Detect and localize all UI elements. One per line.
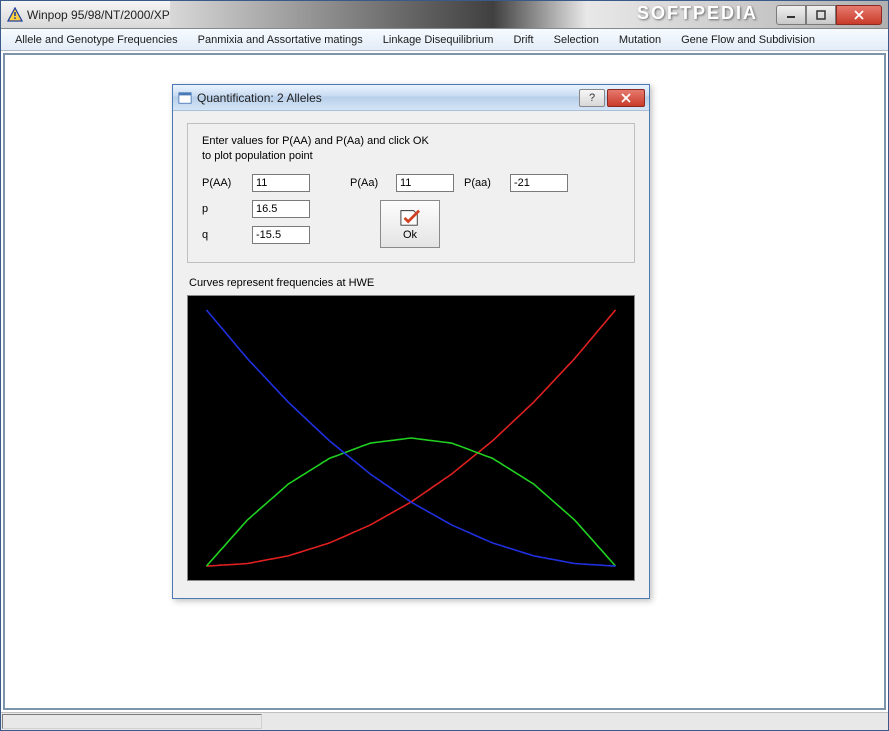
dialog-titlebar[interactable]: Quantification: 2 Alleles ?	[173, 85, 649, 111]
label-p: p	[202, 203, 242, 215]
quantification-dialog: Quantification: 2 Alleles ? Enter values…	[172, 84, 650, 599]
label-pAA: P(AA)	[202, 177, 242, 189]
hwe-chart	[187, 295, 635, 581]
menu-panmixia[interactable]: Panmixia and Assortative matings	[188, 32, 373, 48]
menu-linkage[interactable]: Linkage Disequilibrium	[373, 32, 504, 48]
dialog-title: Quantification: 2 Alleles	[197, 91, 579, 105]
menubar: Allele and Genotype Frequencies Panmixia…	[1, 29, 888, 51]
label-pAa: P(Aa)	[350, 177, 386, 189]
label-q: q	[202, 229, 242, 241]
instructions: Enter values for P(AA) and P(Aa) and cli…	[202, 134, 620, 164]
window-controls	[776, 5, 882, 25]
ok-button[interactable]: Ok	[380, 200, 440, 248]
checkmark-icon	[399, 207, 421, 227]
menu-mutation[interactable]: Mutation	[609, 32, 671, 48]
titlebar-background: SOFTPEDIA	[170, 1, 888, 28]
status-cell	[2, 714, 262, 729]
instructions-line2: to plot population point	[202, 149, 620, 164]
menu-drift[interactable]: Drift	[503, 32, 543, 48]
minimize-button[interactable]	[776, 5, 806, 25]
dialog-icon	[177, 90, 193, 106]
input-pAA[interactable]	[252, 174, 310, 192]
instructions-line1: Enter values for P(AA) and P(Aa) and cli…	[202, 134, 620, 149]
dialog-body: Enter values for P(AA) and P(Aa) and cli…	[173, 111, 649, 598]
input-groupbox: Enter values for P(AA) and P(Aa) and cli…	[187, 123, 635, 263]
main-window: Winpop 95/98/NT/2000/XP SOFTPEDIA Allele…	[0, 0, 889, 731]
menu-geneflow[interactable]: Gene Flow and Subdivision	[671, 32, 825, 48]
chart-caption: Curves represent frequencies at HWE	[189, 277, 635, 289]
input-pAa[interactable]	[396, 174, 454, 192]
titlebar: Winpop 95/98/NT/2000/XP SOFTPEDIA	[1, 1, 888, 29]
window-title: Winpop 95/98/NT/2000/XP	[27, 8, 170, 22]
input-p[interactable]	[252, 200, 310, 218]
softpedia-watermark: SOFTPEDIA	[637, 3, 758, 24]
close-icon	[620, 93, 632, 103]
ok-button-label: Ok	[403, 229, 417, 241]
close-button[interactable]	[836, 5, 882, 25]
app-icon	[7, 7, 23, 23]
menu-allele-genotype[interactable]: Allele and Genotype Frequencies	[5, 32, 188, 48]
maximize-button[interactable]	[806, 5, 836, 25]
input-paa[interactable]	[510, 174, 568, 192]
dialog-close-button[interactable]	[607, 89, 645, 107]
help-icon: ?	[589, 92, 595, 104]
label-paa: P(aa)	[464, 177, 500, 189]
statusbar	[1, 712, 888, 730]
workspace: Quantification: 2 Alleles ? Enter values…	[3, 53, 886, 710]
dialog-help-button[interactable]: ?	[579, 89, 605, 107]
menu-selection[interactable]: Selection	[544, 32, 609, 48]
input-q[interactable]	[252, 226, 310, 244]
